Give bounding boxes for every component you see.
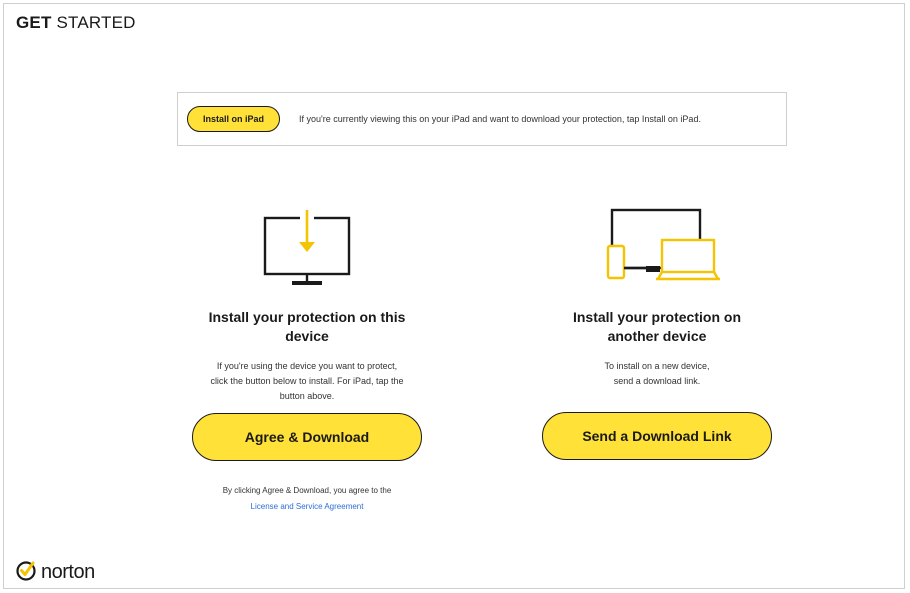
- monitor-download-icon: [147, 200, 467, 295]
- this-device-heading-line2: device: [285, 328, 329, 344]
- other-device-desc-line2: send a download link.: [613, 376, 701, 386]
- legal-text: By clicking Agree & Download, you agree …: [222, 486, 392, 495]
- legal-notice: By clicking Agree & Download, you agree …: [147, 483, 467, 515]
- license-agreement-link[interactable]: License and Service Agreement: [251, 502, 364, 511]
- page-title: GET STARTED: [16, 13, 136, 33]
- agree-download-button[interactable]: Agree & Download: [192, 413, 422, 461]
- other-device-section: Install your protection on another devic…: [497, 200, 817, 389]
- other-device-heading-line1: Install your protection on: [572, 309, 741, 325]
- norton-check-icon: [15, 559, 37, 586]
- norton-wordmark: norton: [41, 561, 95, 583]
- multiple-devices-icon: [497, 200, 817, 295]
- this-device-heading-line1: Install your protection on this: [208, 309, 406, 325]
- ipad-banner: Install on iPad If you're currently view…: [177, 92, 787, 146]
- other-device-description: To install on a new device, send a downl…: [497, 359, 817, 389]
- this-device-desc-line1: If you're using the device you want to p…: [216, 361, 398, 371]
- this-device-desc-line2: click the button below to install. For i…: [210, 376, 404, 386]
- ipad-banner-text: If you're currently viewing this on your…: [299, 114, 701, 124]
- this-device-heading: Install your protection on this device: [147, 308, 467, 346]
- this-device-section: Install your protection on this device I…: [147, 200, 467, 404]
- page-title-bold: GET: [16, 13, 52, 32]
- other-device-desc-line1: To install on a new device,: [604, 361, 710, 371]
- norton-logo: norton: [15, 559, 95, 586]
- this-device-desc-line3: button above.: [279, 391, 335, 401]
- install-on-ipad-button[interactable]: Install on iPad: [187, 106, 280, 132]
- other-device-heading-line2: another device: [607, 328, 707, 344]
- page-title-rest: STARTED: [51, 13, 136, 32]
- send-download-link-button[interactable]: Send a Download Link: [542, 412, 772, 460]
- other-device-heading: Install your protection on another devic…: [497, 308, 817, 346]
- this-device-description: If you're using the device you want to p…: [147, 359, 467, 404]
